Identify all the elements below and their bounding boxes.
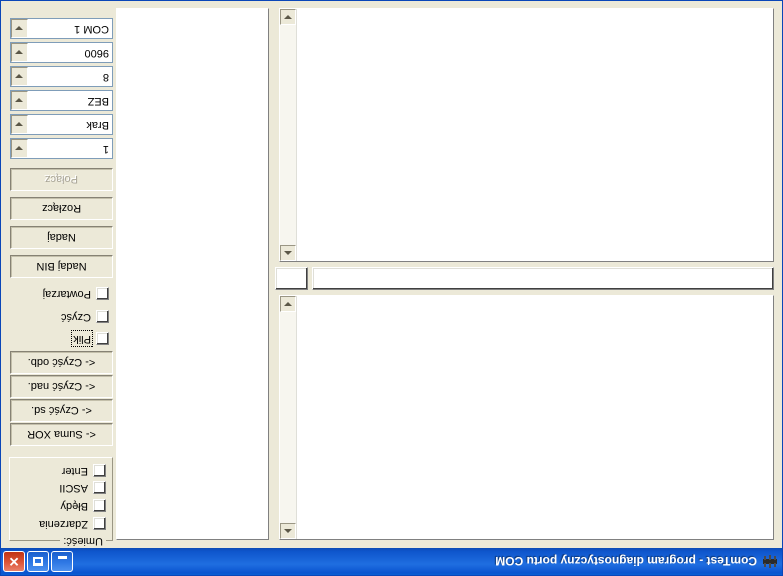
application-window: ComTest - program diagnostyczny portu CO… — [0, 0, 783, 576]
clear-receive-button[interactable]: <- Czyść odb. — [10, 351, 113, 374]
checkbox-box[interactable] — [93, 499, 106, 512]
scroll-up-arrow — [284, 529, 292, 533]
checkbox-czysc[interactable]: Czyść — [61, 310, 109, 323]
flowcontrol-value: Brak — [86, 119, 109, 131]
checkbox-box[interactable] — [93, 464, 106, 477]
client-area: Umieść: Zdarzenia Błędy ASCII Enter <- S… — [1, 1, 782, 548]
flowcontrol-combo[interactable]: Brak — [10, 114, 113, 135]
baudrate-combo[interactable]: 9600 — [10, 42, 113, 63]
scroll-up-arrow — [284, 251, 292, 255]
checkbox-box[interactable] — [96, 332, 109, 345]
port-value: COM 1 — [74, 23, 109, 35]
disconnect-button[interactable]: Rozłącz — [10, 197, 113, 220]
checkbox-powtarzaj[interactable]: Powtarzaj — [43, 287, 109, 300]
checkbox-label: ASCII — [59, 482, 88, 494]
send-button[interactable]: Nadaj — [10, 226, 113, 249]
checkbox-box[interactable] — [93, 481, 106, 494]
send-memo-text[interactable] — [297, 9, 773, 261]
checkbox-box[interactable] — [93, 517, 106, 530]
databits-value: 8 — [102, 71, 109, 83]
window-title: ComTest - program diagnostyczny portu CO… — [495, 554, 757, 569]
chevron-down-icon[interactable] — [11, 115, 28, 134]
include-groupbox: Umieść: Zdarzenia Błędy ASCII Enter — [9, 457, 113, 547]
log-memo[interactable] — [116, 8, 269, 540]
checksum-input[interactable] — [275, 267, 308, 290]
clear-send-button[interactable]: <- Czyść nad. — [10, 375, 113, 398]
rotated-screen: ComTest - program diagnostyczny portu CO… — [0, 0, 783, 576]
receive-memo-scrollbar[interactable] — [280, 296, 297, 539]
baudrate-value: 9600 — [84, 47, 109, 59]
chevron-down-icon[interactable] — [11, 43, 28, 62]
maximize-icon — [33, 557, 43, 566]
receive-memo[interactable] — [279, 295, 774, 540]
title-bar[interactable]: ComTest - program diagnostyczny portu CO… — [1, 548, 782, 575]
checkbox-bledy[interactable]: Błędy — [60, 499, 106, 512]
chevron-down-icon[interactable] — [11, 139, 28, 158]
maximize-button[interactable] — [27, 551, 49, 572]
checkbox-enter[interactable]: Enter — [62, 464, 106, 477]
scroll-down-button[interactable] — [280, 296, 296, 312]
stopbits-value: 1 — [102, 143, 109, 155]
close-button[interactable]: ✕ — [3, 551, 25, 572]
close-icon: ✕ — [8, 554, 20, 569]
databits-combo[interactable]: 8 — [10, 66, 113, 87]
minimize-button[interactable] — [51, 551, 73, 572]
checkbox-box[interactable] — [96, 310, 109, 323]
log-memo-text[interactable] — [117, 9, 268, 539]
checkbox-ascii[interactable]: ASCII — [59, 481, 106, 494]
port-combo[interactable]: COM 1 — [10, 18, 113, 39]
receive-memo-text[interactable] — [297, 296, 773, 539]
chevron-down-icon[interactable] — [11, 19, 28, 38]
scroll-down-arrow — [284, 15, 292, 19]
scroll-track[interactable] — [280, 25, 296, 245]
minimize-icon — [58, 556, 67, 559]
include-groupbox-title: Umieść: — [60, 535, 106, 547]
parity-combo[interactable]: BEZ — [10, 90, 113, 111]
send-line-input[interactable] — [312, 267, 774, 290]
send-memo-scrollbar[interactable] — [280, 9, 297, 261]
scroll-down-arrow — [284, 302, 292, 306]
checkbox-label: Błędy — [60, 500, 88, 512]
parity-value: BEZ — [87, 95, 109, 107]
scroll-track[interactable] — [280, 312, 296, 523]
stopbits-combo[interactable]: 1 — [10, 138, 113, 159]
connect-button: Połącz — [10, 168, 113, 191]
chevron-down-icon[interactable] — [11, 67, 28, 86]
chevron-down-icon[interactable] — [11, 91, 28, 110]
checkbox-label: Czyść — [61, 311, 91, 323]
scroll-down-button[interactable] — [280, 9, 296, 25]
checkbox-label: Zdarzenia — [39, 518, 88, 530]
xor-sum-button[interactable]: <- Suma XOR — [10, 423, 113, 446]
checkbox-plik[interactable]: Plik — [71, 330, 109, 347]
window-controls: ✕ — [3, 551, 73, 572]
scroll-up-button[interactable] — [280, 523, 296, 539]
serial-port-icon — [761, 553, 779, 571]
checkbox-label: Enter — [61, 465, 88, 477]
checkbox-zdarzenia[interactable]: Zdarzenia — [39, 517, 106, 530]
send-memo[interactable] — [279, 8, 774, 262]
scroll-up-button[interactable] — [280, 245, 296, 261]
checkbox-box[interactable] — [96, 287, 109, 300]
send-bin-button[interactable]: Nadaj BIN — [10, 255, 113, 278]
control-panel: Umieść: Zdarzenia Błędy ASCII Enter <- S… — [4, 4, 113, 547]
clear-log-button[interactable]: <- Czyść sd. — [10, 399, 113, 422]
checkbox-label: Plik — [71, 330, 93, 347]
checkbox-label: Powtarzaj — [42, 288, 91, 300]
